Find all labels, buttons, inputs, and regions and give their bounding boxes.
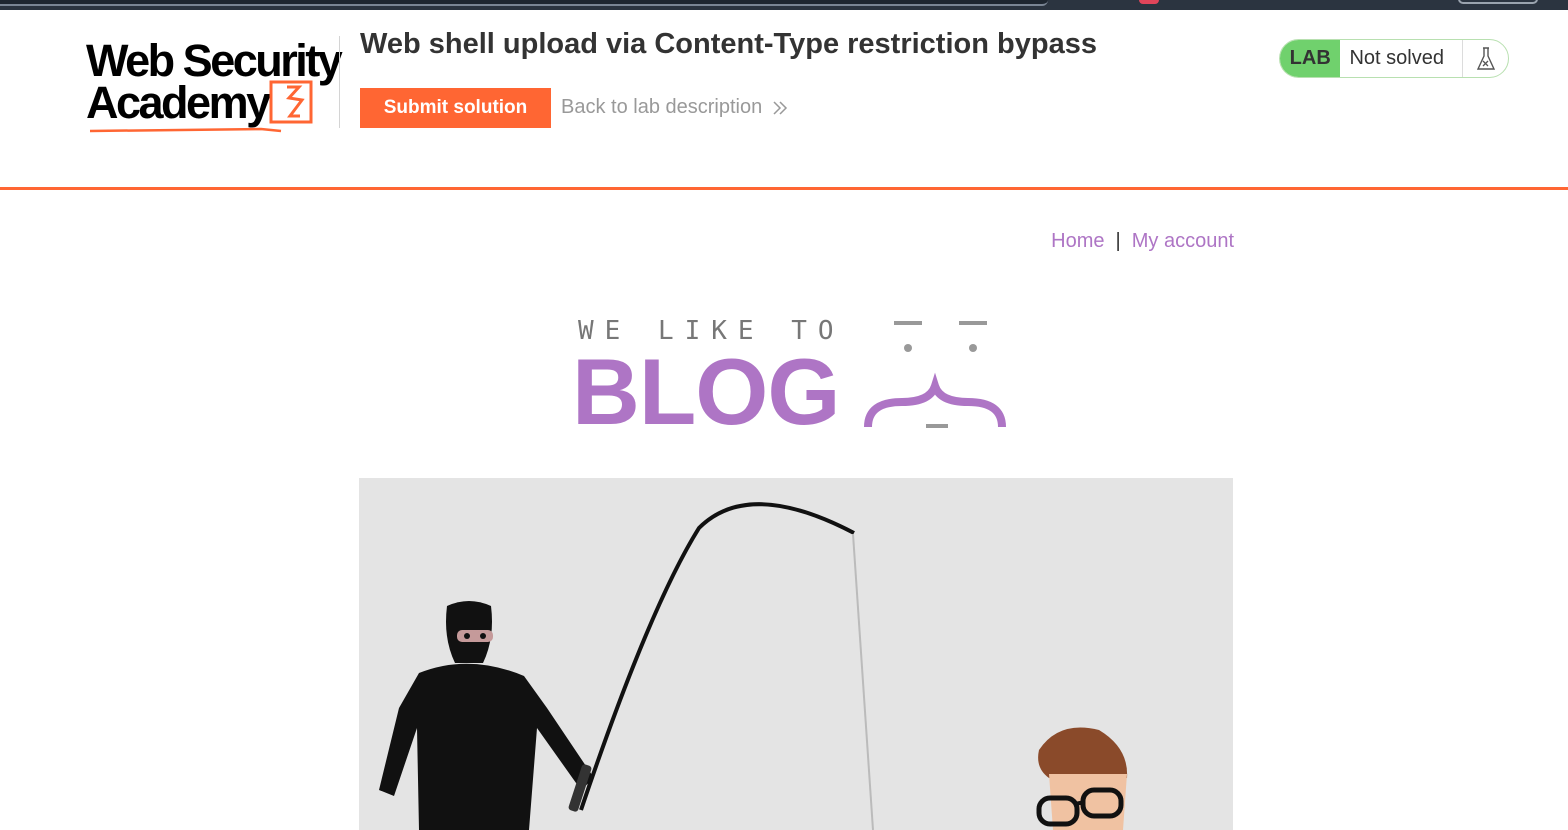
double-chevron-right-icon: [772, 100, 788, 116]
lab-status-widget: LAB Not solved: [1279, 39, 1509, 78]
lab-status-text: Not solved: [1349, 47, 1444, 69]
back-link-label: Back to lab description: [561, 96, 763, 118]
academy-header: Web Security Academy Web shell upload vi…: [0, 10, 1568, 190]
submit-solution-button[interactable]: Submit solution: [360, 88, 551, 128]
browser-indicator: [1139, 0, 1159, 4]
blog-name: BLOG: [572, 339, 841, 444]
blog-banner: WE LIKE TO BLOG: [572, 312, 1022, 442]
lab-title: Web shell upload via Content-Type restri…: [360, 28, 1097, 60]
browser-top-strip: [0, 0, 1568, 10]
browser-control[interactable]: [1458, 0, 1538, 4]
header-divider: [339, 36, 340, 128]
nav-separator: |: [1115, 230, 1121, 252]
site-nav: Home | My account: [1051, 230, 1234, 253]
back-to-lab-description-link[interactable]: Back to lab description: [561, 96, 788, 119]
web-security-academy-logo[interactable]: Web Security Academy: [86, 38, 346, 133]
lab-badge: LAB: [1280, 40, 1341, 77]
logo-mark-icon: [89, 80, 313, 133]
phishing-illustration-icon: [379, 502, 1128, 830]
nav-my-account-link[interactable]: My account: [1132, 230, 1234, 252]
blog-face-icon: [864, 321, 1006, 428]
browser-tab-bar: [0, 0, 1048, 6]
nav-home-link[interactable]: Home: [1051, 230, 1104, 252]
flask-icon: [1462, 40, 1508, 77]
post-image-phishing[interactable]: [359, 478, 1233, 830]
